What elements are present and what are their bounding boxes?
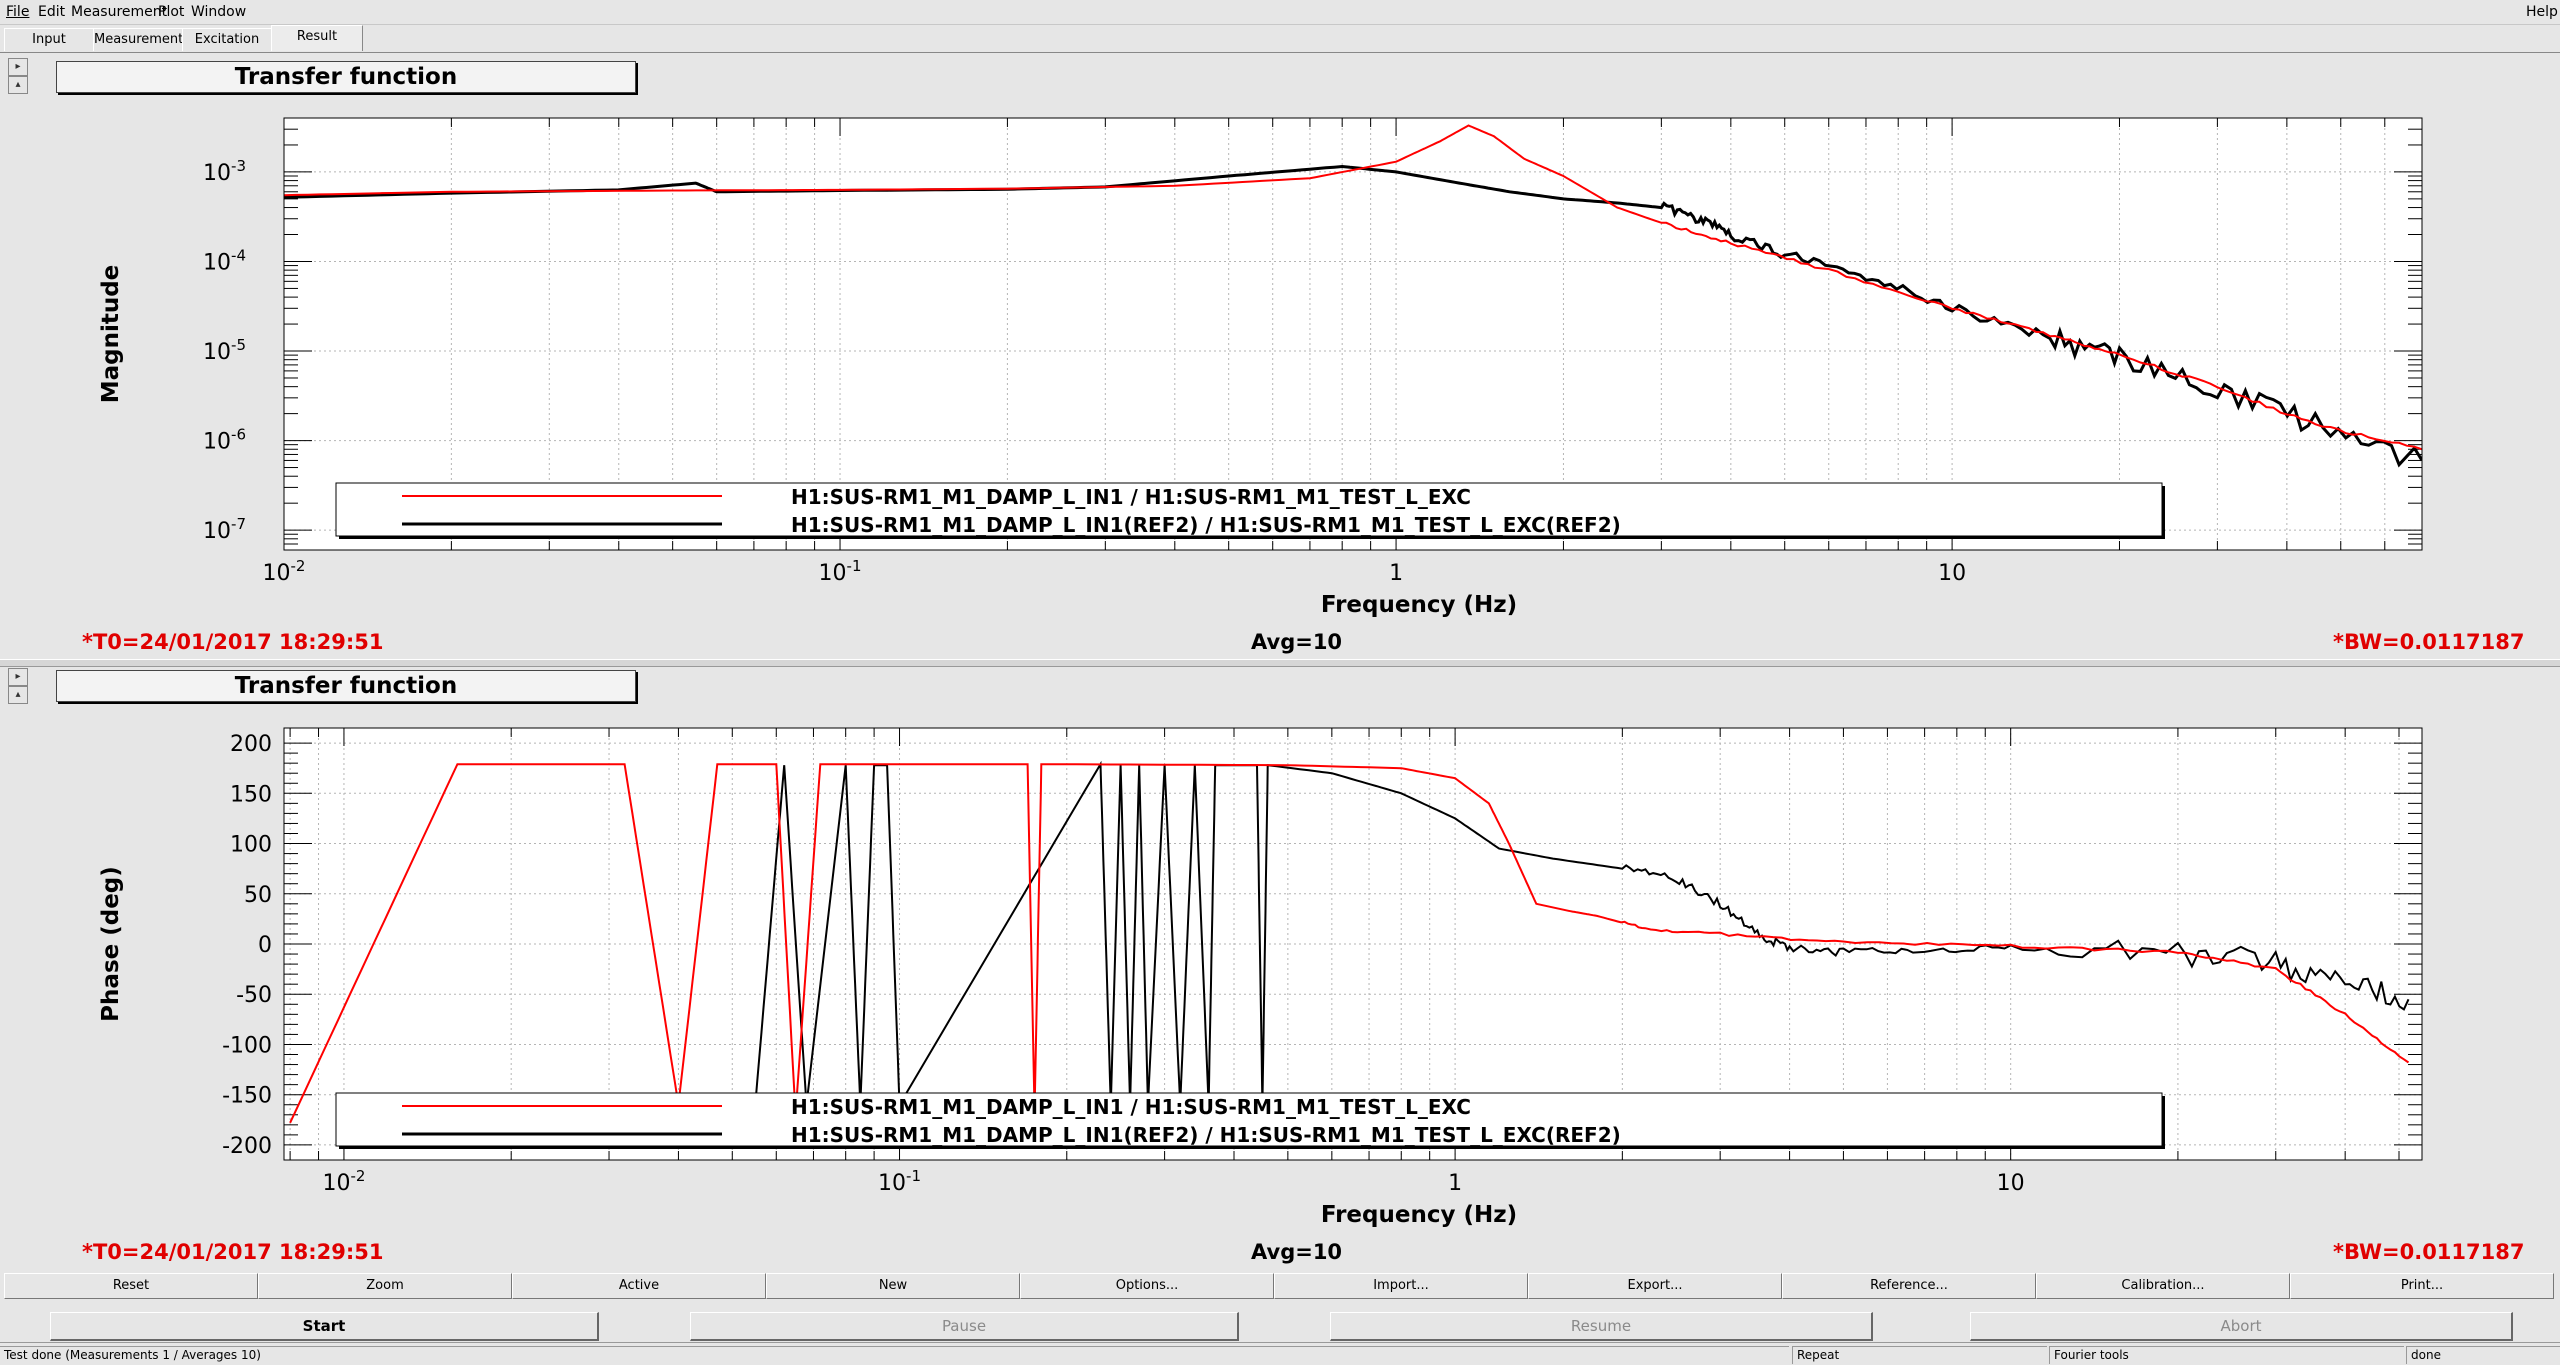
panel2-avg-label: Avg=10 [1251, 1240, 1343, 1264]
phase-chart[interactable]: 10-2 10-1 1 10 200 150 100 50 0 -50 -100 -150 -200 Fr… [0, 0, 2560, 1270]
pause-button-label: Pause [941, 1317, 987, 1335]
y-tick-label: 200 [230, 732, 272, 757]
calibration-button-label: Calibration... [2121, 1278, 2205, 1293]
export-button[interactable]: Export... [1528, 1273, 1782, 1299]
export-button-label: Export... [1627, 1278, 1683, 1293]
status-fourier-tools: Fourier tools [2049, 1346, 2404, 1364]
x-tick-label: 10-1 [878, 1167, 921, 1196]
status-state: done [2406, 1346, 2560, 1364]
new-button[interactable]: New [766, 1273, 1020, 1299]
zoom-button-label: Zoom [366, 1278, 404, 1293]
start-button-label: Start [302, 1317, 346, 1335]
pause-button[interactable]: Pause [690, 1312, 1239, 1341]
plot-toolbar: Reset Zoom Active New Options... Import.… [0, 1273, 2560, 1299]
x-tick-label: 10 [1997, 1171, 2025, 1196]
print-button-label: Print... [2400, 1278, 2444, 1293]
panel2-t0-label: *T0=24/01/2017 18:29:51 [82, 1240, 384, 1264]
reference-button-label: Reference... [1870, 1278, 1948, 1293]
legend-entry: H1:SUS-RM1_M1_DAMP_L_IN1 / H1:SUS-RM1_M1… [791, 1095, 1471, 1119]
resume-button-label: Resume [1570, 1317, 1632, 1335]
reset-button[interactable]: Reset [4, 1273, 258, 1299]
reference-button[interactable]: Reference... [1782, 1273, 2036, 1299]
x-tick-label-exponent: -1 [906, 1167, 921, 1185]
abort-button-label: Abort [2220, 1317, 2262, 1335]
import-button-label: Import... [1373, 1278, 1429, 1293]
y-tick-label: 50 [244, 883, 272, 908]
abort-button[interactable]: Abort [1970, 1312, 2513, 1341]
y-tick-label: -50 [236, 983, 272, 1008]
status-repeat: Repeat [1792, 1346, 2047, 1364]
x-axis-label: Frequency (Hz) [1321, 1202, 1517, 1228]
status-bar: Test done (Measurements 1 / Averages 10)… [0, 1342, 2560, 1365]
zoom-button[interactable]: Zoom [258, 1273, 512, 1299]
y-tick-label: 0 [258, 933, 272, 958]
resume-button[interactable]: Resume [1330, 1312, 1873, 1341]
y-tick-label: -100 [222, 1033, 272, 1058]
y-axis-label: Phase (deg) [98, 866, 124, 1022]
print-button[interactable]: Print... [2290, 1273, 2554, 1299]
y-tick-label: 100 [230, 833, 272, 858]
calibration-button[interactable]: Calibration... [2036, 1273, 2290, 1299]
y-tick-label: 150 [230, 782, 272, 807]
x-tick-label: 1 [1448, 1171, 1462, 1196]
options-button[interactable]: Options... [1020, 1273, 1274, 1299]
start-button[interactable]: Start [50, 1312, 599, 1341]
legend-entry: H1:SUS-RM1_M1_DAMP_L_IN1(REF2) / H1:SUS-… [791, 1123, 1621, 1147]
y-tick-label: -200 [222, 1134, 272, 1159]
active-button[interactable]: Active [512, 1273, 766, 1299]
new-button-label: New [878, 1278, 908, 1293]
y-tick-label: -150 [222, 1084, 272, 1109]
x-tick-label-exponent: -2 [350, 1167, 365, 1185]
status-message: Test done (Measurements 1 / Averages 10) [0, 1346, 1789, 1364]
import-button[interactable]: Import... [1274, 1273, 1528, 1299]
panel2-bw-label: *BW=0.0117187 [2333, 1240, 2525, 1264]
reset-button-label: Reset [112, 1278, 150, 1293]
options-button-label: Options... [1115, 1278, 1179, 1293]
active-button-label: Active [618, 1278, 660, 1293]
x-tick-label: 10-2 [322, 1167, 365, 1196]
